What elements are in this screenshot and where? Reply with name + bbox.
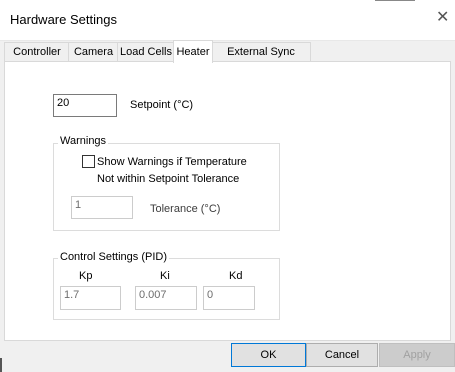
show-warnings-label-line1: Show Warnings if Temperature — [97, 156, 247, 168]
setpoint-label: Setpoint (°C) — [130, 99, 194, 111]
hardware-settings-dialog: Hardware Settings ✕ Controller Camera Lo… — [0, 0, 455, 372]
tolerance-label: Tolerance (°C) — [150, 203, 221, 215]
apply-button[interactable]: Apply — [379, 343, 455, 367]
kd-label: Kd — [229, 270, 243, 282]
ki-label: Ki — [160, 270, 170, 282]
window-edge-artifact — [0, 358, 2, 372]
show-warnings-label-line2: Not within Setpoint Tolerance — [97, 173, 240, 185]
tab-external-sync-pulse[interactable]: External Sync Pulse — [211, 42, 311, 77]
window-title: Hardware Settings — [10, 12, 117, 27]
ok-button[interactable]: OK — [231, 343, 306, 367]
kd-input[interactable]: 0 — [203, 286, 255, 310]
show-warnings-checkbox[interactable] — [82, 155, 95, 168]
tab-heater[interactable]: Heater — [173, 40, 213, 63]
ki-input[interactable]: 0.007 — [135, 286, 197, 310]
tab-camera[interactable]: Camera — [68, 42, 119, 62]
kp-label: Kp — [79, 270, 93, 282]
title-bar: Hardware Settings ✕ — [0, 0, 455, 41]
warnings-group-title: Warnings — [58, 135, 109, 147]
heater-tab-panel: 20 Setpoint (°C) Warnings Show Warnings … — [4, 61, 451, 341]
tab-load-cells[interactable]: Load Cells — [117, 42, 175, 62]
cancel-button[interactable]: Cancel — [306, 343, 378, 367]
tolerance-input[interactable]: 1 — [71, 196, 133, 219]
pid-group-title: Control Settings (PID) — [58, 251, 169, 263]
setpoint-input[interactable]: 20 — [53, 94, 117, 117]
tab-controller[interactable]: Controller — [4, 42, 70, 62]
kp-input[interactable]: 1.7 — [60, 286, 121, 310]
close-icon[interactable]: ✕ — [436, 10, 449, 26]
title-bar-artifact-line — [375, 0, 415, 1]
